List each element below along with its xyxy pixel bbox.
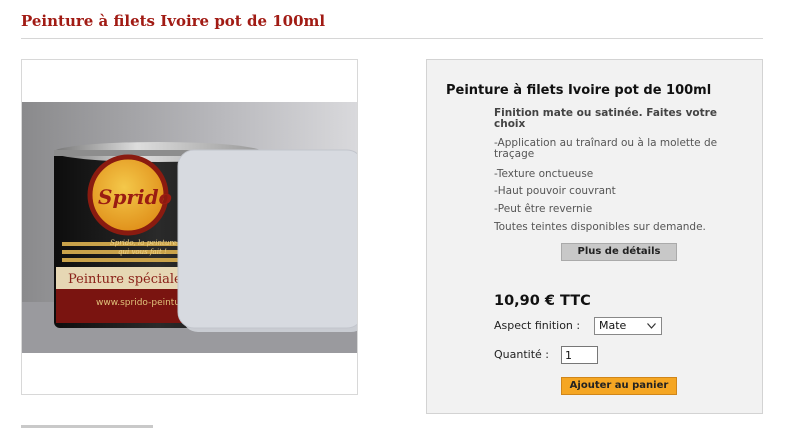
svg-text:Sprido, la peinture: Sprido, la peinture: [110, 239, 177, 247]
svg-text:qui vous fait !: qui vous fait !: [118, 248, 167, 256]
aspect-finish-label: Aspect finition :: [494, 319, 581, 332]
title-divider: [21, 38, 763, 39]
feature-item: -Peut être revernie: [494, 203, 593, 215]
color-sample-card: [177, 149, 357, 332]
product-photo[interactable]: Peinture spéciale pe www.sprido-peinture…: [22, 102, 357, 353]
product-info-panel: Peinture à filets Ivoire pot de 100ml Fi…: [426, 59, 763, 414]
product-lead: Finition mate ou satinée. Faites votre c…: [494, 107, 717, 130]
svg-text:Sprido: Sprido: [98, 185, 172, 209]
svg-text:www.sprido-peinture: www.sprido-peinture: [96, 298, 190, 308]
product-image-frame[interactable]: Peinture spéciale pe www.sprido-peinture…: [21, 59, 358, 395]
feature-item: -Texture onctueuse: [494, 168, 594, 180]
feature-item: -Haut pouvoir couvrant: [494, 185, 616, 197]
aspect-finish-select[interactable]: Mate: [594, 317, 662, 335]
aspect-finish-value: Mate: [599, 319, 627, 332]
chevron-down-icon: [647, 323, 656, 329]
feature-item: Toutes teintes disponibles sur demande.: [494, 221, 706, 233]
product-price: 10,90 € TTC: [494, 293, 591, 309]
quantity-input[interactable]: [561, 346, 598, 364]
more-details-button[interactable]: Plus de détails: [561, 243, 677, 261]
add-to-cart-button[interactable]: Ajouter au panier: [561, 377, 677, 395]
page-title: Peinture à filets Ivoire pot de 100ml: [21, 12, 326, 30]
quantity-label: Quantité :: [494, 348, 549, 361]
feature-item: -Application au traînard ou à la molette…: [494, 137, 718, 160]
product-name: Peinture à filets Ivoire pot de 100ml: [446, 83, 712, 98]
